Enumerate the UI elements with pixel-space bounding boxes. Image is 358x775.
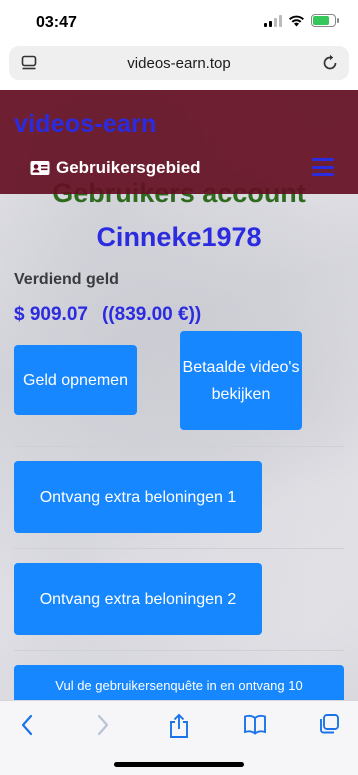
survey-button[interactable]: Vul de gebruikersenquête in en ontvang 1…	[14, 665, 344, 700]
home-indicator	[114, 762, 244, 767]
status-icons	[264, 14, 339, 27]
site-brand-link[interactable]: videos-earn	[14, 110, 157, 139]
earned-values: $ 909.07 ((839.00 €))	[14, 304, 201, 326]
earned-eur: ((839.00 €))	[101, 304, 202, 325]
divider	[14, 650, 344, 651]
tabs-icon[interactable]	[318, 713, 340, 735]
status-bar: 03:47	[0, 0, 358, 46]
withdraw-button[interactable]: Geld opnemen	[14, 345, 137, 415]
id-card-icon	[30, 161, 50, 175]
signal-icon	[264, 14, 282, 27]
nav-user-area-link[interactable]: Gebruikersgebied	[30, 158, 201, 178]
share-icon[interactable]	[168, 713, 190, 739]
address-bar[interactable]: videos-earn.top	[9, 46, 349, 80]
page-menu-icon[interactable]	[21, 55, 37, 71]
battery-icon	[311, 14, 339, 27]
url-text[interactable]: videos-earn.top	[127, 55, 230, 72]
wifi-icon	[289, 15, 304, 26]
divider	[14, 446, 344, 447]
earned-usd: $ 909.07	[14, 304, 88, 325]
forward-icon[interactable]	[94, 713, 112, 737]
site-header: videos-earn Gebruikersgebied	[0, 90, 358, 194]
bookmarks-icon[interactable]	[243, 713, 267, 735]
nav-user-label: Gebruikersgebied	[56, 158, 201, 177]
reload-icon[interactable]	[321, 54, 339, 72]
bonus-1-button[interactable]: Ontvang extra beloningen 1	[14, 461, 262, 533]
username: Cinneke1978	[96, 222, 262, 252]
bonus-2-button[interactable]: Ontvang extra beloningen 2	[14, 563, 262, 635]
hamburger-menu-icon[interactable]	[312, 158, 334, 176]
back-icon[interactable]	[18, 713, 36, 737]
divider	[14, 548, 344, 549]
web-page: videos-earn Gebruikersgebied Gebruikers …	[0, 90, 358, 700]
watch-paid-videos-button[interactable]: Betaalde video's bekijken	[180, 331, 302, 430]
status-time: 03:47	[36, 14, 77, 31]
earned-label: Verdiend geld	[14, 271, 119, 288]
